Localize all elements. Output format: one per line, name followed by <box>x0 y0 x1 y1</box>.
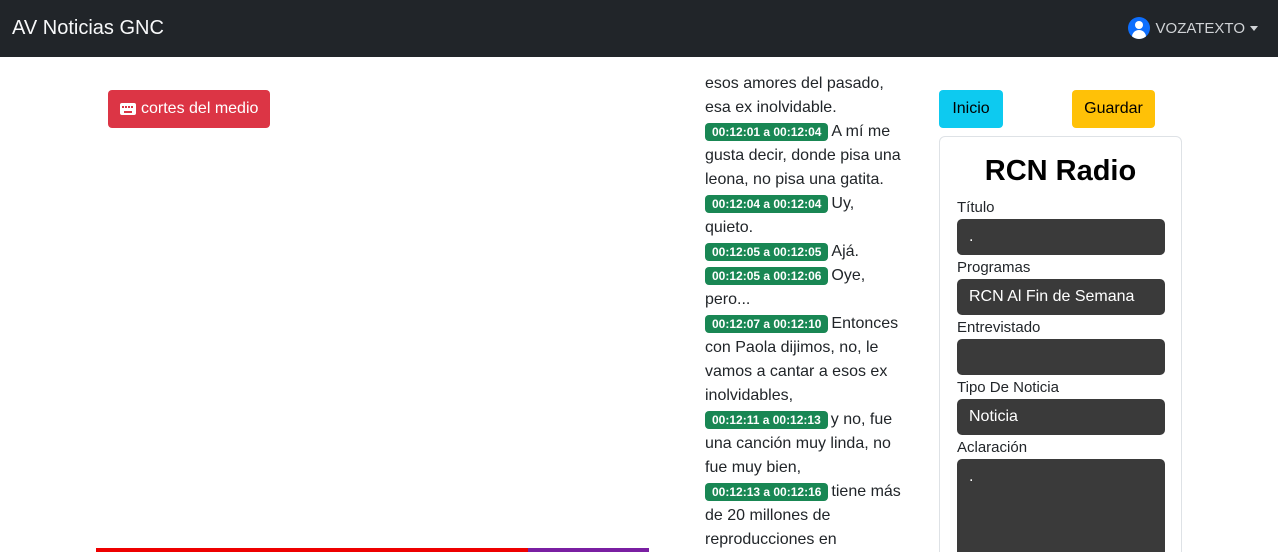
cortes-del-medio-label: cortes del medio <box>141 100 259 117</box>
transcript-entry: 00:12:11 a 00:12:13 y no, fue una canción… <box>705 408 905 480</box>
timestamp-badge[interactable]: 00:12:13 a 00:12:16 <box>705 483 829 501</box>
top-navbar: AV Noticias GNC VOZATEXTO <box>0 0 1278 57</box>
transcript-lead-line: esos amores del pasado, <box>705 75 884 92</box>
inicio-button[interactable]: Inicio <box>939 90 1003 128</box>
keyboard-icon <box>120 103 136 115</box>
timestamp-badge[interactable]: 00:12:04 a 00:12:04 <box>705 195 829 213</box>
entrevistado-label: Entrevistado <box>957 319 1041 336</box>
media-timeline-bar[interactable] <box>96 548 649 552</box>
timestamp-badge[interactable]: 00:12:11 a 00:12:13 <box>705 411 828 429</box>
programas-select[interactable]: RCN Al Fin de Semana <box>957 279 1165 315</box>
programas-label: Programas <box>957 259 1031 276</box>
user-avatar-icon <box>1127 17 1150 39</box>
guardar-button[interactable]: Guardar <box>1072 90 1155 128</box>
aclaracion-label: Aclaración <box>957 439 1028 456</box>
titulo-field[interactable]: . <box>957 219 1165 255</box>
transcript-entry: 00:12:04 a 00:12:04 Uy, quieto. <box>705 192 905 240</box>
tipo-noticia-label: Tipo De Noticia <box>957 379 1059 396</box>
aclaracion-textarea[interactable]: . <box>957 459 1165 552</box>
transcript-entry: 00:12:05 a 00:12:05 Ajá. <box>705 240 905 264</box>
timestamp-badge[interactable]: 00:12:01 a 00:12:04 <box>705 123 829 141</box>
timestamp-badge[interactable]: 00:12:07 a 00:12:10 <box>705 315 829 333</box>
timeline-segment <box>528 548 649 552</box>
transcript-panel[interactable]: esos amores del pasado, esa ex inolvidab… <box>705 74 905 552</box>
transcript-entry: 00:12:01 a 00:12:04 A mí me gusta decir, … <box>705 120 905 192</box>
user-menu[interactable]: VOZATEXTO <box>1127 17 1258 39</box>
user-name: VOZATEXTO <box>1155 19 1245 37</box>
transcript-entry: 00:12:05 a 00:12:06 Oye, pero... <box>705 264 905 312</box>
tipo-noticia-select[interactable]: Noticia <box>957 399 1165 435</box>
titulo-label: Título <box>957 199 995 216</box>
media-title: RCN Radio <box>984 155 1137 187</box>
transcript-lead-line: esa ex inolvidable. <box>705 99 837 116</box>
cortes-del-medio-button[interactable]: cortes del medio <box>108 90 271 128</box>
chevron-down-icon <box>1250 25 1258 31</box>
transcript-entry: 00:12:13 a 00:12:16 tiene más de 20 millo… <box>705 480 905 552</box>
app-brand[interactable]: AV Noticias GNC <box>12 17 164 40</box>
timestamp-badge[interactable]: 00:12:05 a 00:12:06 <box>705 267 829 285</box>
entrevistado-field[interactable] <box>957 339 1165 375</box>
news-form-card: RCN Radio Título . Programas RCN Al Fin … <box>939 136 1182 552</box>
transcript-text: Ajá. <box>831 243 859 260</box>
timestamp-badge[interactable]: 00:12:05 a 00:12:05 <box>705 243 829 261</box>
transcript-entry: 00:12:07 a 00:12:10 Entonces con Paola di… <box>705 312 905 408</box>
